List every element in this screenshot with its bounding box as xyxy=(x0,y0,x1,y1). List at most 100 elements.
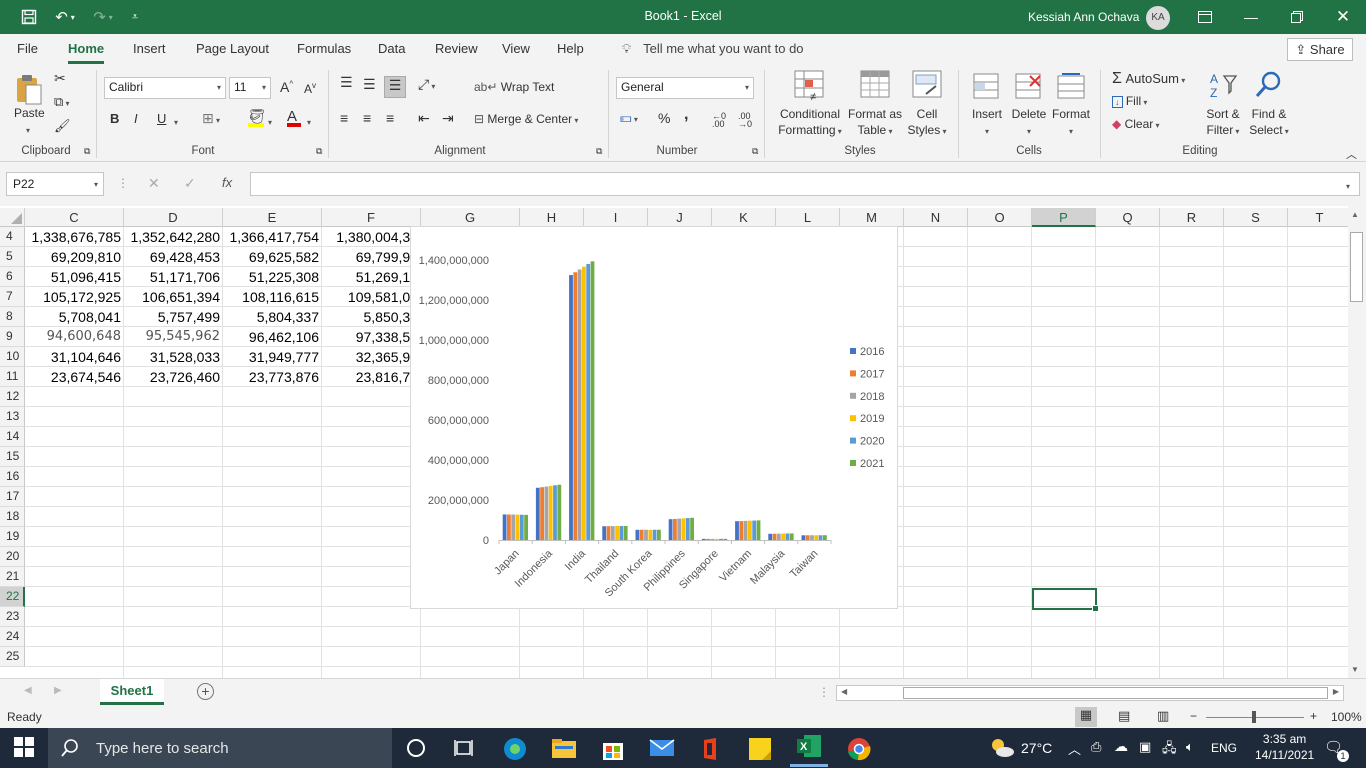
tab-home[interactable]: Home xyxy=(68,41,105,64)
delete-cells-button[interactable]: Delete ▾ xyxy=(1010,106,1048,140)
next-sheet-icon[interactable]: ▶ xyxy=(54,685,62,696)
insert-cells-icon[interactable] xyxy=(972,72,1002,102)
row-header-22[interactable]: 22 xyxy=(0,587,25,607)
cut-icon[interactable]: ✂ xyxy=(54,70,66,87)
windows-start-icon[interactable] xyxy=(13,736,37,760)
row-header-16[interactable]: 16 xyxy=(0,467,25,487)
fill-color-icon[interactable]: 🪣︎ xyxy=(248,108,266,127)
format-painter-icon[interactable]: 🖌︎ xyxy=(54,118,71,134)
font-launcher-icon[interactable]: ⧉ xyxy=(316,146,322,157)
cell-e7[interactable]: 108,116,615 xyxy=(223,287,322,307)
paste-icon[interactable] xyxy=(14,72,44,105)
volume-icon[interactable]: 🔈︎ xyxy=(1186,739,1194,755)
row-header-10[interactable]: 10 xyxy=(0,347,25,367)
cell-d11[interactable]: 23,726,460 xyxy=(124,367,223,387)
cell-styles-button[interactable]: Cell Styles ▾ xyxy=(902,106,952,140)
page-break-view-icon[interactable]: ▥ xyxy=(1157,708,1169,724)
select-all-corner[interactable] xyxy=(0,208,25,227)
cell-f9[interactable]: 97,338,57 xyxy=(322,327,421,347)
cell-f10[interactable]: 32,365,99 xyxy=(322,347,421,367)
scroll-up-icon[interactable]: ▲ xyxy=(1351,210,1359,219)
tab-insert[interactable]: Insert xyxy=(133,41,166,56)
cell-f11[interactable]: 23,816,77 xyxy=(322,367,421,387)
avatar[interactable]: KA xyxy=(1146,6,1170,30)
number-format-select[interactable]: General ▾ xyxy=(616,77,754,99)
taskbar-search-box[interactable]: Type here to search xyxy=(48,728,392,768)
row-header-6[interactable]: 6 xyxy=(0,267,25,287)
cell-f8[interactable]: 5,850,34 xyxy=(322,307,421,327)
cell-c11[interactable]: 23,674,546 xyxy=(25,367,124,387)
cell-e9[interactable]: 96,462,106 xyxy=(223,327,322,347)
cell-d7[interactable]: 106,651,394 xyxy=(124,287,223,307)
column-header-j[interactable]: J xyxy=(648,208,712,227)
cell-d10[interactable]: 31,528,033 xyxy=(124,347,223,367)
column-header-s[interactable]: S xyxy=(1224,208,1288,227)
column-header-l[interactable]: L xyxy=(776,208,840,227)
row-header-21[interactable]: 21 xyxy=(0,567,25,587)
close-button[interactable]: ✕ xyxy=(1320,0,1366,34)
increase-decimal-button[interactable]: ←0.00 xyxy=(712,112,732,129)
accounting-format-icon[interactable]: 💵︎ ▾ xyxy=(620,110,638,126)
row-header-13[interactable]: 13 xyxy=(0,407,25,427)
column-header-h[interactable]: H xyxy=(520,208,584,227)
cell-c7[interactable]: 105,172,925 xyxy=(25,287,124,307)
cell-styles-icon[interactable] xyxy=(912,70,942,100)
tab-review[interactable]: Review xyxy=(435,41,478,56)
sort-filter-icon[interactable]: AZ xyxy=(1208,70,1238,100)
edge-icon[interactable] xyxy=(502,736,526,760)
scroll-right-icon[interactable]: ▶ xyxy=(1333,687,1339,696)
autosum-button[interactable]: Σ AutoSum ▾ xyxy=(1112,70,1185,88)
cell-f5[interactable]: 69,799,97 xyxy=(322,247,421,267)
column-header-t[interactable]: T xyxy=(1288,208,1348,227)
tab-formulas[interactable]: Formulas xyxy=(297,41,351,56)
column-header-i[interactable]: I xyxy=(584,208,648,227)
cell-d8[interactable]: 5,757,499 xyxy=(124,307,223,327)
increase-indent-icon[interactable]: ⇥ xyxy=(442,110,454,127)
insert-function-button[interactable]: fx xyxy=(222,175,232,190)
clock[interactable]: 3:35 am 14/11/2021 xyxy=(1255,732,1314,762)
cell-d4[interactable]: 1,352,642,280 xyxy=(124,227,223,247)
restore-button[interactable] xyxy=(1274,0,1320,34)
clustered-column-chart[interactable]: 0 200,000,000 400,000,000 600,000,000 800,00… xyxy=(410,226,898,609)
underline-button[interactable]: U xyxy=(157,111,166,126)
tell-me-box[interactable]: 💡︎ Tell me what you want to do xyxy=(622,41,804,57)
row-header-24[interactable]: 24 xyxy=(0,627,25,647)
clear-button[interactable]: ◆ Clear ▾ xyxy=(1112,117,1160,131)
column-header-g[interactable]: G xyxy=(421,208,520,227)
row-header-11[interactable]: 11 xyxy=(0,367,25,387)
font-color-dropdown-icon[interactable]: ▾ xyxy=(307,114,311,128)
cell-f7[interactable]: 109,581,07 xyxy=(322,287,421,307)
align-right-icon[interactable]: ≡ xyxy=(386,110,394,126)
page-layout-view-icon[interactable]: ▤ xyxy=(1118,708,1130,724)
top-align-icon[interactable]: ☰ xyxy=(340,74,353,91)
onedrive-icon[interactable]: ☁ xyxy=(1114,738,1128,755)
tab-help[interactable]: Help xyxy=(557,41,584,56)
share-button[interactable]: ⇪ Share xyxy=(1287,38,1353,61)
cell-e10[interactable]: 31,949,777 xyxy=(223,347,322,367)
cell-c10[interactable]: 31,104,646 xyxy=(25,347,124,367)
tab-file[interactable]: File xyxy=(17,41,38,56)
number-launcher-icon[interactable]: ⧉ xyxy=(752,146,758,157)
show-hidden-icons[interactable]: ︿ xyxy=(1068,739,1081,758)
fill-color-dropdown-icon[interactable]: ▾ xyxy=(268,114,272,128)
normal-view-icon[interactable]: ▦ xyxy=(1075,707,1097,727)
row-header-19[interactable]: 19 xyxy=(0,527,25,547)
language-indicator[interactable]: ENG xyxy=(1211,741,1237,755)
find-select-button[interactable]: Find & Select ▾ xyxy=(1246,106,1292,140)
weather-temperature[interactable]: 27°C xyxy=(1021,740,1052,756)
sort-filter-button[interactable]: Sort & Filter ▾ xyxy=(1202,106,1244,140)
column-header-e[interactable]: E xyxy=(223,208,322,227)
row-header-18[interactable]: 18 xyxy=(0,507,25,527)
align-left-icon[interactable]: ≡ xyxy=(340,110,348,126)
cortana-icon[interactable] xyxy=(404,736,428,760)
user-name[interactable]: Kessiah Ann Ochava xyxy=(1028,10,1139,24)
tab-view[interactable]: View xyxy=(502,41,530,56)
tab-page-layout[interactable]: Page Layout xyxy=(196,41,269,56)
row-header-8[interactable]: 8 xyxy=(0,307,25,327)
active-cell[interactable] xyxy=(1032,588,1099,612)
row-header-4[interactable]: 4 xyxy=(0,227,25,247)
delete-cells-icon[interactable] xyxy=(1014,72,1044,102)
cell-c9[interactable]: 94,600,648 xyxy=(25,327,124,347)
row-header-15[interactable]: 15 xyxy=(0,447,25,467)
task-view-icon[interactable] xyxy=(452,736,476,760)
